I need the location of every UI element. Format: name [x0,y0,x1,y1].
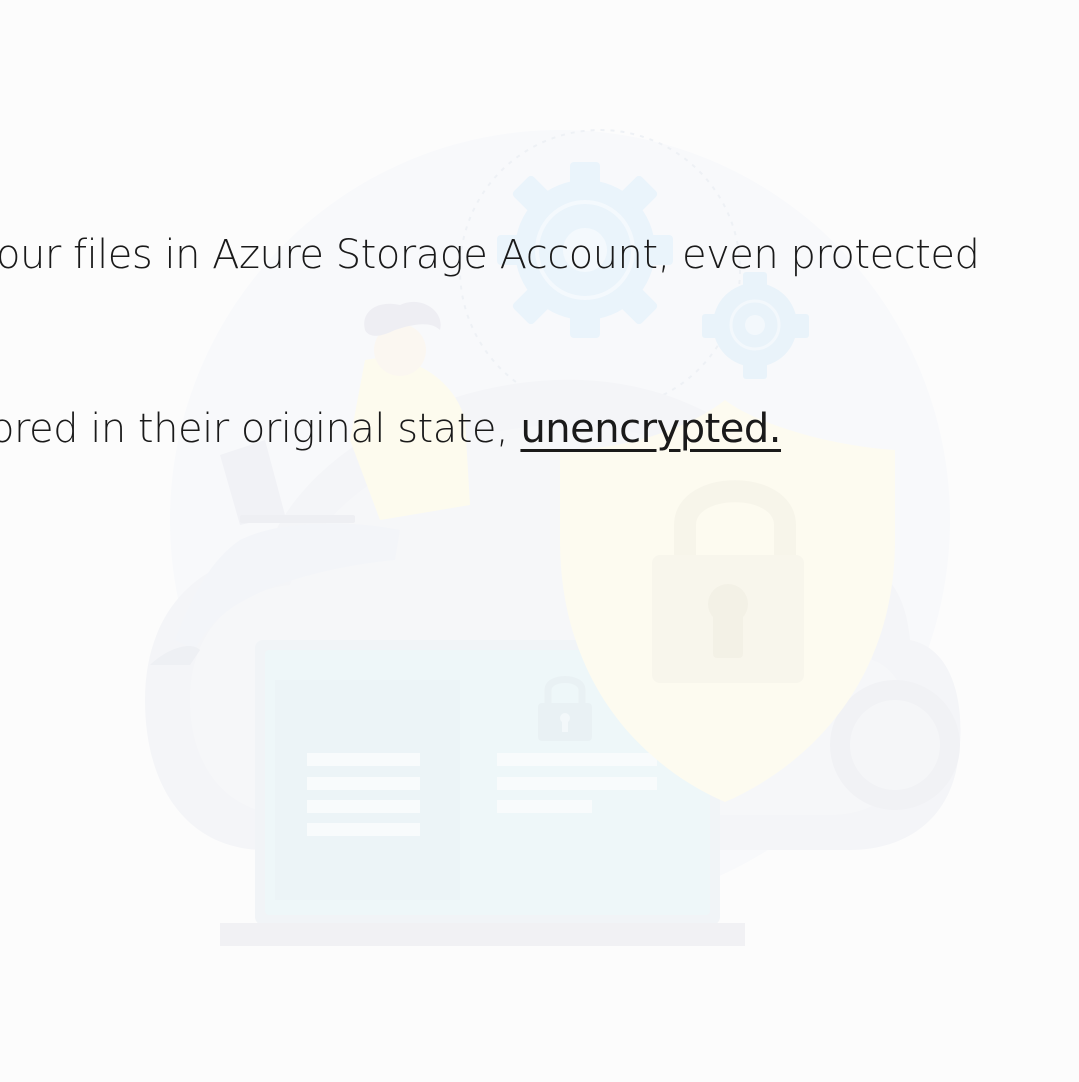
unencrypted-emphasis: unencrypted. [520,406,782,452]
slide-canvas: our files in Azure Storage Account, even… [0,0,1079,1082]
line-2-prefix: ored in their original state, [0,406,521,452]
line-1-text: our files in Azure Storage Account, even… [0,232,980,278]
cloud-security-illustration [145,129,961,946]
slide-text-line-2: ored in their original state, unencrypte… [0,406,782,452]
slide-text-line-1: our files in Azure Storage Account, even… [0,232,980,278]
